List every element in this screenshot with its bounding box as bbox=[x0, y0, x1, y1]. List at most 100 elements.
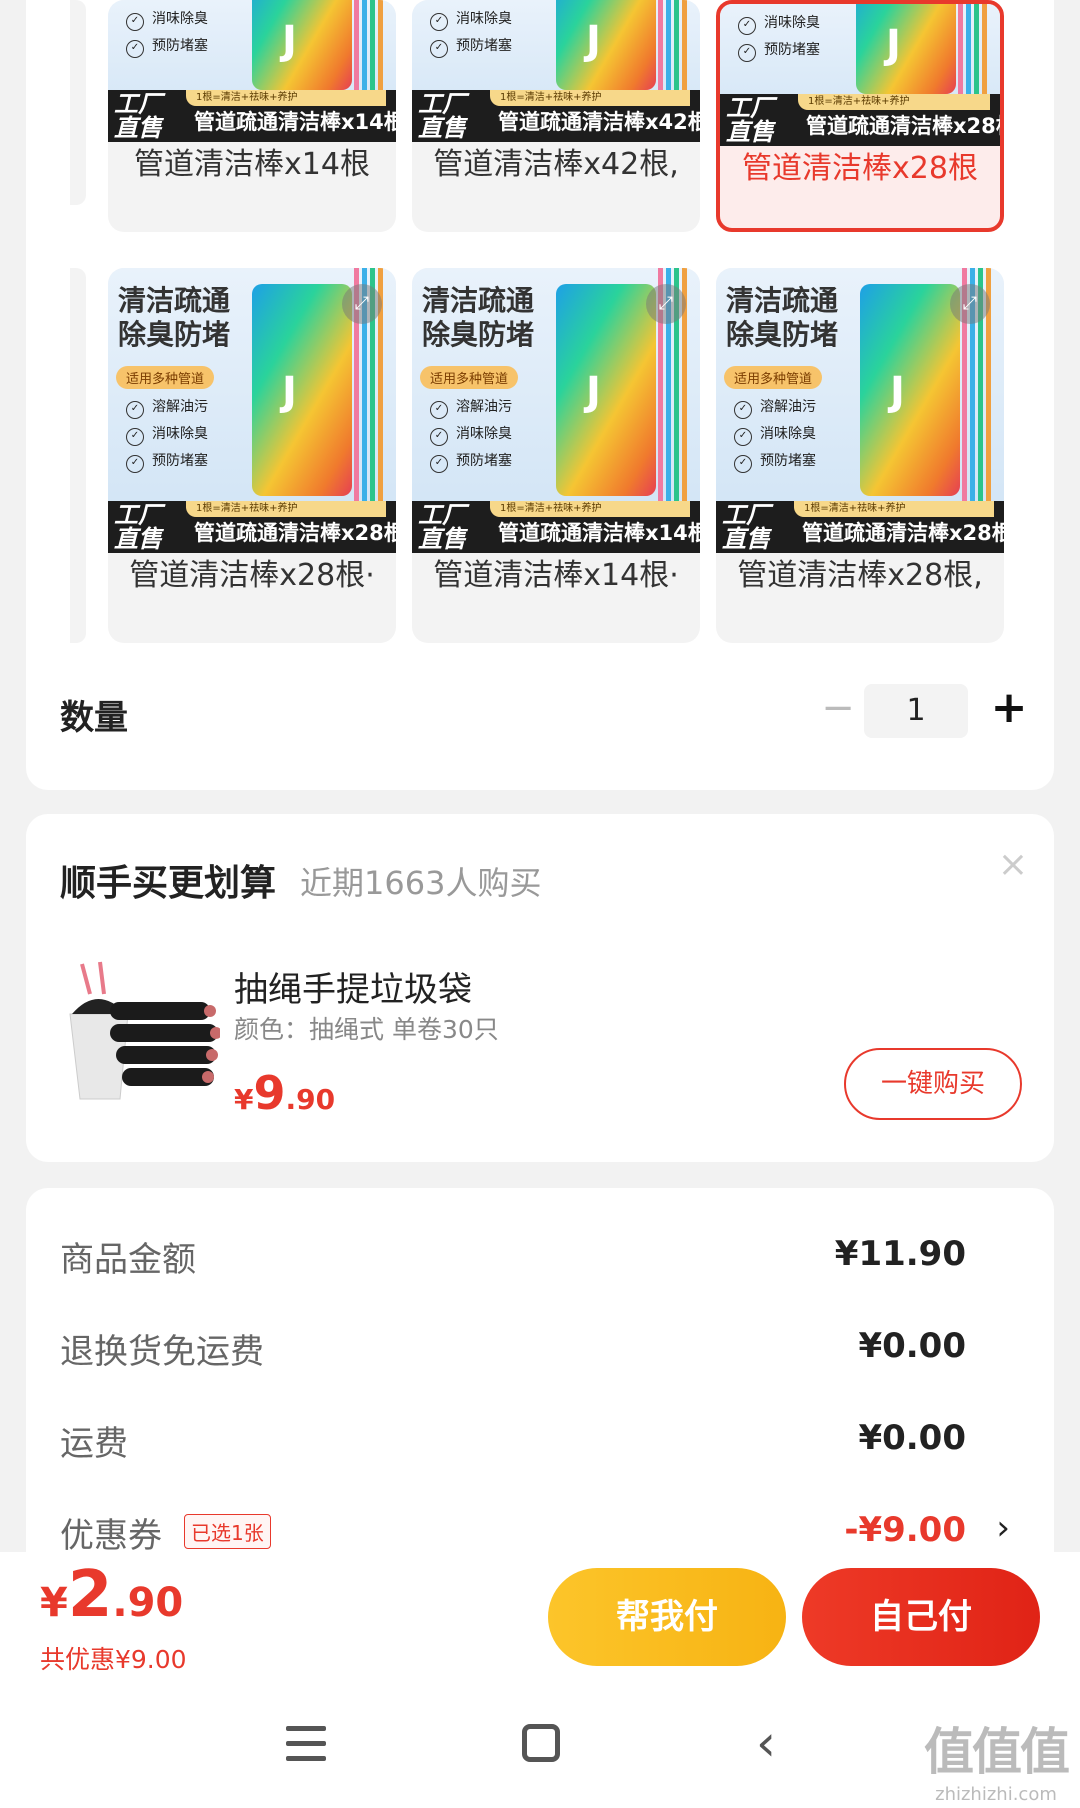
close-icon[interactable]: × bbox=[998, 844, 1028, 885]
price-decimal: .90 bbox=[112, 1580, 184, 1626]
garbage-bag-image bbox=[69, 961, 220, 1100]
sku-label: 管道清洁棒x28根 bbox=[742, 151, 978, 186]
product-thumbnail: 清洁疏通除臭防堵 适用多种管道 溶解油污 消味除臭 预防堵塞 ⤢ 工厂直售 1根… bbox=[108, 268, 396, 553]
product-can-image bbox=[860, 284, 960, 496]
factory-tag: 工厂直售 bbox=[114, 501, 162, 553]
price-integer: 9 bbox=[253, 1066, 286, 1120]
coupon-label: 优惠券 bbox=[60, 1516, 162, 1556]
help-pay-button[interactable]: 帮我付 bbox=[548, 1568, 786, 1666]
coupon-selected-badge: 已选1张 bbox=[184, 1514, 271, 1549]
expand-icon[interactable]: ⤢ bbox=[950, 284, 990, 324]
factory-banner: 工厂直售 1根=清洁+祛味+养护 管道疏通清洁棒x28根 bbox=[716, 501, 1004, 553]
product-thumbnail: 消味除臭 预防堵塞 工厂直售 1根=清洁+祛味+养护 管道疏通清洁棒x42根 bbox=[412, 0, 700, 142]
upsell-item-name[interactable]: 抽绳手提垃圾袋 bbox=[234, 962, 472, 1011]
sku-label: 管道清洁棒x42根, bbox=[433, 147, 679, 182]
product-can-image bbox=[556, 0, 656, 90]
factory-tag: 工厂直售 bbox=[726, 94, 774, 146]
summary-row-shipping: 运费 ¥0.00 bbox=[60, 1416, 1020, 1476]
shipping-label: 运费 bbox=[60, 1424, 128, 1464]
quantity-input[interactable]: 1 bbox=[864, 684, 968, 738]
sku-tile[interactable]: 清洁疏通除臭防堵 适用多种管道 溶解油污 消味除臭 预防堵塞 ⤢ 工厂直售 1根… bbox=[412, 268, 700, 643]
check-item: 溶解油污 bbox=[430, 394, 512, 421]
back-icon[interactable]: ‹ bbox=[756, 1718, 776, 1768]
upsell-card: 顺手买更划算 近期1663人购买 × 抽绳手提垃圾袋 颜色：抽绳式 单卷30只 … bbox=[26, 814, 1054, 1162]
total-price: ¥2.90 bbox=[40, 1558, 183, 1632]
product-pill: 适用多种管道 bbox=[420, 366, 519, 389]
sku-tile[interactable]: 清洁疏通除臭防堵 适用多种管道 溶解油污 消味除臭 预防堵塞 ⤢ 工厂直售 1根… bbox=[716, 268, 1004, 643]
currency-symbol: ¥ bbox=[40, 1580, 68, 1626]
product-can-image bbox=[556, 284, 656, 496]
product-can-image bbox=[856, 4, 956, 94]
check-item: 消味除臭 bbox=[734, 421, 816, 448]
check-item: 预防堵塞 bbox=[430, 33, 512, 60]
prev-tile-edge bbox=[70, 0, 86, 205]
sku-card: 消味除臭 预防堵塞 工厂直售 1根=清洁+祛味+养护 管道疏通清洁棒x14根 管… bbox=[26, 0, 1054, 790]
upsell-item-spec: 颜色：抽绳式 单卷30只 bbox=[234, 1015, 499, 1044]
banner-sub: 1根=清洁+祛味+养护 bbox=[798, 94, 990, 110]
check-item: 消味除臭 bbox=[126, 421, 208, 448]
increment-button[interactable]: + bbox=[986, 686, 1032, 732]
sku-tile[interactable]: 消味除臭 预防堵塞 工厂直售 1根=清洁+祛味+养护 管道疏通清洁棒x42根 管… bbox=[412, 0, 700, 232]
check-item: 预防堵塞 bbox=[430, 448, 512, 475]
banner-sub: 1根=清洁+祛味+养护 bbox=[186, 90, 386, 106]
prev-tile-edge bbox=[70, 268, 86, 643]
recent-apps-icon[interactable] bbox=[286, 1726, 326, 1762]
price-decimal: .90 bbox=[285, 1083, 336, 1116]
check-item: 预防堵塞 bbox=[738, 37, 820, 64]
sku-tile-selected[interactable]: 消味除臭 预防堵塞 工厂直售 1根=清洁+祛味+养护 管道疏通清洁棒x28根 管… bbox=[716, 0, 1004, 232]
banner-name: 管道疏通清洁棒x14根 bbox=[194, 110, 396, 134]
return-shipping-label: 退换货免运费 bbox=[60, 1332, 264, 1372]
product-headline: 清洁疏通除臭防堵 bbox=[726, 284, 839, 351]
expand-icon[interactable]: ⤢ bbox=[646, 284, 686, 324]
product-headline: 清洁疏通除臭防堵 bbox=[118, 284, 231, 351]
check-item: 溶解油污 bbox=[126, 394, 208, 421]
check-item: 溶解油污 bbox=[734, 394, 816, 421]
check-item: 消味除臭 bbox=[126, 6, 208, 33]
banner-name: 管道疏通清洁棒x28根 bbox=[802, 521, 1004, 545]
banner-sub: 1根=清洁+祛味+养护 bbox=[490, 501, 690, 517]
product-headline: 清洁疏通除臭防堵 bbox=[422, 284, 535, 351]
expand-icon[interactable]: ⤢ bbox=[342, 284, 382, 324]
factory-banner: 工厂直售 1根=清洁+祛味+养护 管道疏通清洁棒x14根 bbox=[412, 501, 700, 553]
watermark-text: 值值值 bbox=[924, 1723, 1070, 1781]
one-click-buy-button[interactable]: 一键购买 bbox=[844, 1048, 1022, 1120]
self-pay-button[interactable]: 自己付 bbox=[802, 1568, 1040, 1666]
summary-row-goods: 商品金额 ¥11.90 bbox=[60, 1232, 1020, 1292]
upsell-title: 顺手买更划算 bbox=[60, 863, 277, 904]
summary-row-return: 退换货免运费 ¥0.00 bbox=[60, 1324, 1020, 1384]
home-icon[interactable] bbox=[522, 1724, 560, 1762]
banner-name: 管道疏通清洁棒x28根 bbox=[194, 521, 396, 545]
product-thumbnail: 清洁疏通除臭防堵 适用多种管道 溶解油污 消味除臭 预防堵塞 ⤢ 工厂直售 1根… bbox=[412, 268, 700, 553]
watermark-url: zhizhizhi.com bbox=[935, 1784, 1057, 1805]
chevron-right-icon[interactable]: › bbox=[996, 1508, 1010, 1548]
sku-label: 管道清洁棒x14根 bbox=[134, 147, 370, 182]
check-item: 预防堵塞 bbox=[734, 448, 816, 475]
banner-name: 管道疏通清洁棒x42根 bbox=[498, 110, 700, 134]
factory-tag: 工厂直售 bbox=[114, 90, 162, 142]
watermark-logo: 值值值 zhizhizhi.com bbox=[924, 1712, 1070, 1805]
decrement-button[interactable]: − bbox=[816, 688, 860, 732]
goods-amount-label: 商品金额 bbox=[60, 1240, 196, 1280]
upsell-subtitle: 近期1663人购买 bbox=[300, 864, 542, 902]
upsell-item-price: ¥9.90 bbox=[234, 1066, 335, 1120]
banner-name: 管道疏通清洁棒x14根 bbox=[498, 521, 700, 545]
factory-banner: 工厂直售 1根=清洁+祛味+养护 管道疏通清洁棒x28根 bbox=[108, 501, 396, 553]
check-item: 消味除臭 bbox=[430, 6, 512, 33]
quantity-label: 数量 bbox=[60, 698, 128, 738]
banner-name: 管道疏通清洁棒x28根 bbox=[806, 114, 1000, 138]
banner-sub: 1根=清洁+祛味+养护 bbox=[186, 501, 386, 517]
banner-sub: 1根=清洁+祛味+养护 bbox=[794, 501, 994, 517]
quantity-row: 数量 − 1 + bbox=[26, 680, 1054, 750]
factory-tag: 工厂直售 bbox=[722, 501, 770, 553]
factory-tag: 工厂直售 bbox=[418, 501, 466, 553]
checkout-bar: ¥2.90 共优惠¥9.00 帮我付 自己付 bbox=[0, 1552, 1080, 1688]
sku-tile[interactable]: 清洁疏通除臭防堵 适用多种管道 溶解油污 消味除臭 预防堵塞 ⤢ 工厂直售 1根… bbox=[108, 268, 396, 643]
system-nav-bar: ‹ 值值值 zhizhizhi.com bbox=[0, 1688, 1080, 1808]
return-shipping-value: ¥0.00 bbox=[858, 1326, 966, 1366]
check-item: 消味除臭 bbox=[430, 421, 512, 448]
sku-tile[interactable]: 消味除臭 预防堵塞 工厂直售 1根=清洁+祛味+养护 管道疏通清洁棒x14根 管… bbox=[108, 0, 396, 232]
product-can-image bbox=[252, 284, 352, 496]
product-pill: 适用多种管道 bbox=[724, 366, 823, 389]
factory-banner: 工厂直售 1根=清洁+祛味+养护 管道疏通清洁棒x42根 bbox=[412, 90, 700, 142]
sku-label: 管道清洁棒x14根· bbox=[433, 558, 679, 593]
